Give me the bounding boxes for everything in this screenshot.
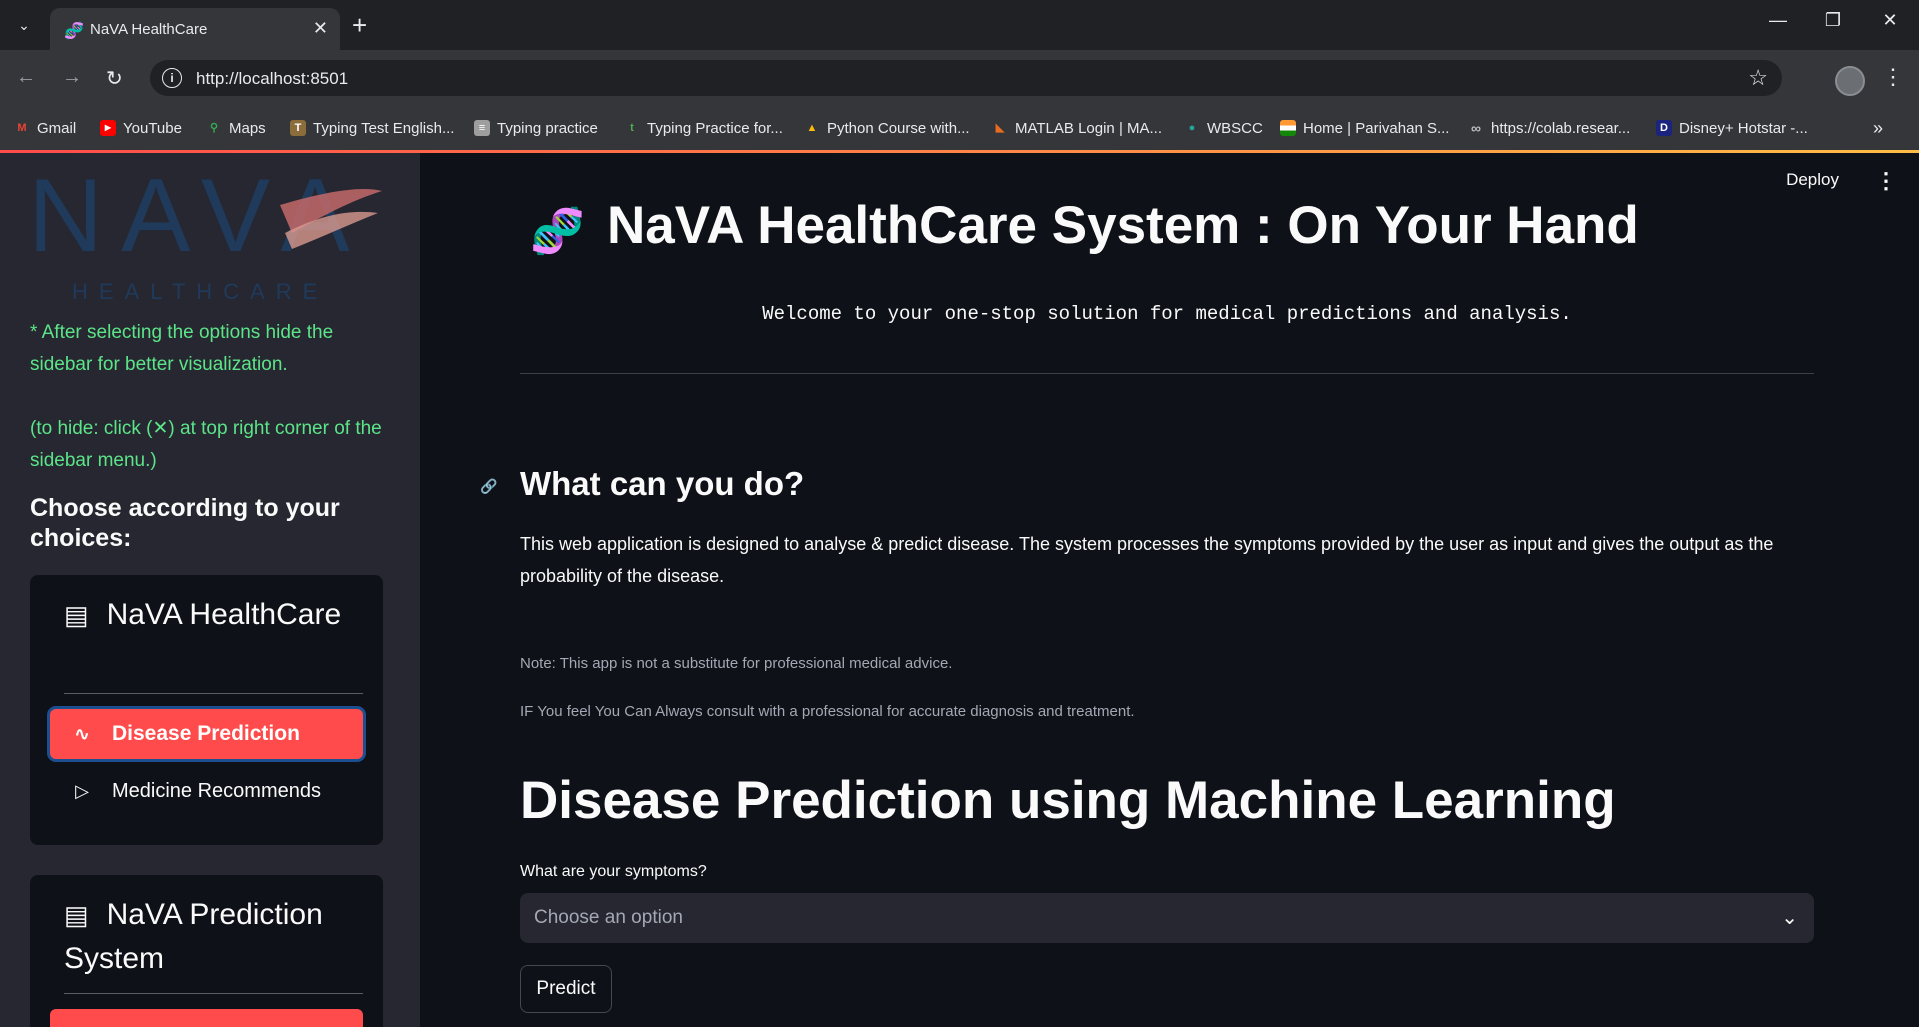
nava-healthcare-menu: ▤ NaVA HealthCare ∿ Disease Prediction ▷ …: [30, 575, 383, 845]
bookmark-maps[interactable]: ⚲ Maps: [206, 114, 266, 142]
matlab-icon: ◣: [995, 122, 1005, 134]
section-heading: What can you do?: [520, 465, 805, 502]
disclaimer-note: Note: This app is not a substitute for p…: [520, 655, 953, 672]
menu-item-label: Disease Prediction: [112, 722, 300, 745]
menu-item-active-partial[interactable]: [50, 1009, 363, 1027]
bookmark-gmail[interactable]: M Gmail: [14, 114, 76, 142]
back-arrow-icon[interactable]: ←: [16, 66, 36, 89]
welcome-text: Welcome to your one-stop solution for me…: [762, 303, 1572, 325]
youtube-icon: ▶: [100, 120, 116, 136]
tab-search-button[interactable]: ⌄: [10, 12, 38, 38]
ml-heading: Disease Prediction using Machine Learnin…: [520, 771, 1616, 830]
menu-item-label: Medicine Recommends: [112, 779, 321, 802]
select-placeholder: Choose an option: [534, 907, 683, 928]
dna-favicon-icon: 🧬: [64, 23, 84, 40]
deploy-button[interactable]: Deploy: [1786, 170, 1839, 190]
browser-tab-strip: ⌄ 🧬 NaVA HealthCare ✕ + — ❐ ✕: [0, 0, 1919, 50]
bookmarks-bar: M Gmail ▶ YouTube ⚲ Maps T Typing Test Engli…: [0, 106, 1919, 150]
typing-practice-icon: ≡: [474, 120, 490, 136]
menu-title-text: NaVA HealthCare: [106, 598, 342, 631]
address-bar[interactable]: i http://localhost:8501 ☆: [150, 60, 1782, 96]
anchor-link-icon[interactable]: 🔗: [480, 478, 497, 495]
window-close-icon[interactable]: ✕: [1870, 10, 1910, 31]
bookmark-label: Typing Practice for...: [647, 119, 783, 137]
bookmark-label: YouTube: [123, 119, 182, 137]
url-text[interactable]: http://localhost:8501: [196, 69, 348, 89]
page-title: NaVA HealthCare System : On Your Hand: [607, 196, 1639, 255]
bookmark-parivahan[interactable]: Home | Parivahan S...: [1280, 114, 1449, 142]
menu-title: ▤ NaVA HealthCare: [64, 593, 364, 637]
typing-test-icon: T: [290, 120, 306, 136]
divider: [520, 373, 1814, 374]
sidebar-hint-text: * After selecting the options hide the s…: [30, 322, 334, 375]
google-drive-icon: ▲: [806, 122, 818, 134]
bookmark-wbscc[interactable]: ● WBSCC: [1184, 114, 1263, 142]
symptoms-label: What are your symptoms?: [520, 863, 707, 880]
typing-practice-for-icon: t: [630, 122, 634, 134]
bookmark-label: Maps: [229, 119, 266, 137]
chevron-down-icon: ⌄: [1781, 907, 1798, 929]
gmail-icon: M: [17, 122, 27, 134]
menu-divider: [64, 993, 363, 994]
menu-divider: [64, 693, 363, 694]
nava-logo: NAVA HEALTHCARE: [30, 163, 382, 303]
tab-title: NaVA HealthCare: [90, 21, 208, 38]
restore-icon[interactable]: ❐: [1813, 10, 1853, 31]
logo-subtext: HEALTHCARE: [72, 279, 328, 303]
choose-heading: Choose according to your choices:: [30, 494, 340, 552]
dna-icon: 🧬: [530, 207, 585, 256]
consult-note: IF You feel You Can Always consult with …: [520, 703, 1135, 720]
bookmark-star-icon[interactable]: ☆: [1748, 65, 1768, 91]
bookmark-label: Typing practice: [497, 119, 598, 137]
profile-avatar[interactable]: [1835, 66, 1865, 96]
menu-list-icon: ▤: [64, 900, 89, 930]
new-tab-icon[interactable]: +: [352, 10, 367, 41]
browser-toolbar: ← → ↻ i http://localhost:8501 ☆ ⋮: [0, 50, 1919, 106]
main-content: Deploy ⋮ 🧬 NaVA HealthCare System : On Y…: [420, 153, 1919, 1027]
bookmark-label: Gmail: [37, 119, 77, 137]
bookmark-typing-practice-for[interactable]: t Typing Practice for...: [624, 114, 783, 142]
minimize-icon[interactable]: —: [1758, 10, 1798, 31]
description-text: This web application is designed to anal…: [520, 534, 1774, 586]
sidebar-hide-hint-text: (to hide: click (✕) at top right corner …: [30, 418, 382, 471]
bookmark-label: Disney+ Hotstar -...: [1679, 119, 1808, 137]
menu-title: ▤ NaVA Prediction System: [64, 893, 364, 981]
app-menu-icon[interactable]: ⋮: [1875, 168, 1897, 194]
menu-list-icon: ▤: [64, 600, 89, 630]
bookmark-python-course[interactable]: ▲ Python Course with...: [804, 114, 970, 142]
symptoms-select[interactable]: Choose an option ⌄: [520, 893, 1814, 943]
bookmark-youtube[interactable]: ▶ YouTube: [100, 114, 182, 142]
site-info-icon[interactable]: i: [162, 68, 182, 88]
more-bookmarks-icon[interactable]: »: [1873, 118, 1883, 139]
bookmark-matlab[interactable]: ◣ MATLAB Login | MA...: [992, 114, 1162, 142]
forward-arrow-icon[interactable]: →: [62, 66, 82, 89]
bookmark-label: https://colab.resear...: [1491, 119, 1631, 137]
predict-button[interactable]: Predict: [520, 965, 612, 1013]
bookmark-label: WBSCC: [1207, 119, 1263, 137]
sidebar: NAVA HEALTHCARE * After selecting the op…: [0, 153, 420, 1027]
browser-tab[interactable]: 🧬 NaVA HealthCare ✕: [50, 8, 340, 50]
colab-icon: ∞: [1471, 120, 1481, 136]
bookmark-label: Python Course with...: [827, 119, 970, 137]
bookmark-typing-test[interactable]: T Typing Test English...: [290, 114, 454, 142]
bookmark-label: Home | Parivahan S...: [1303, 119, 1450, 137]
reload-icon[interactable]: ↻: [106, 66, 123, 91]
menu-title-text: NaVA Prediction System: [64, 898, 323, 975]
browser-menu-icon[interactable]: ⋮: [1882, 64, 1904, 90]
bookmark-hotstar[interactable]: D Disney+ Hotstar -...: [1656, 114, 1808, 142]
wbscc-icon: ●: [1188, 122, 1196, 134]
play-outline-icon: ▷: [75, 780, 89, 801]
bookmark-colab[interactable]: ∞ https://colab.resear...: [1468, 114, 1630, 142]
menu-item-disease-prediction[interactable]: ∿ Disease Prediction: [50, 709, 363, 759]
nava-prediction-system-menu: ▤ NaVA Prediction System: [30, 875, 383, 1027]
maps-icon: ⚲: [209, 122, 219, 134]
tab-close-icon[interactable]: ✕: [313, 18, 328, 39]
bookmark-typing-practice[interactable]: ≡ Typing practice: [474, 114, 598, 142]
menu-item-medicine-recommends[interactable]: ▷ Medicine Recommends: [50, 769, 363, 813]
hotstar-icon: D: [1656, 120, 1672, 136]
bookmark-label: MATLAB Login | MA...: [1015, 119, 1163, 137]
bookmark-label: Typing Test English...: [313, 119, 455, 137]
pulse-icon: ∿: [74, 723, 90, 744]
india-flag-icon: [1280, 120, 1296, 136]
